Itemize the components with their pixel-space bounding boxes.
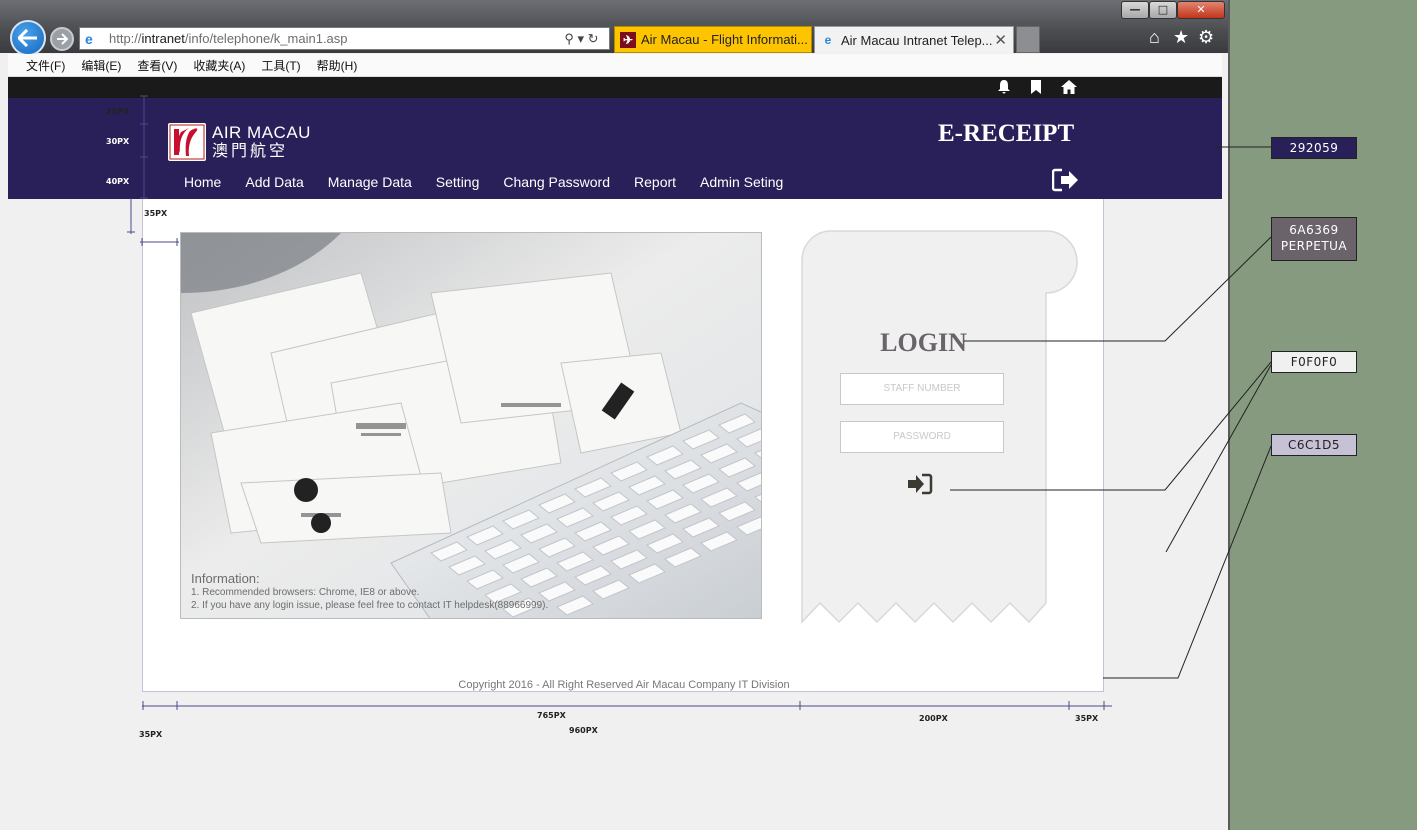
air-macau-logo[interactable]: AIR MACAU 澳門航空 xyxy=(168,123,311,161)
dim-label-25px: 25PX xyxy=(106,107,130,116)
login-submit-icon[interactable] xyxy=(907,473,933,495)
login-title: LOGIN xyxy=(880,328,967,357)
information-text: Information: 1. Recommended browsers: Ch… xyxy=(191,572,548,612)
information-line-2: 2. If you have any login issue, please f… xyxy=(191,600,549,611)
main-nav: Home Add Data Manage Data Setting Chang … xyxy=(184,174,807,190)
ie-favicon: e xyxy=(824,33,832,47)
tab-intranet-telephone[interactable]: e Air Macau Intranet Telep... ✕ xyxy=(814,26,1014,53)
copyright-text: Copyright 2016 - All Right Reserved Air … xyxy=(458,679,790,691)
browser-window: — □ ✕ e http://intranet/info/telephone/k… xyxy=(0,0,1230,830)
dim-label-login-width: 200PX xyxy=(919,714,948,723)
menu-edit[interactable]: 编辑(E) xyxy=(81,57,121,74)
content-panel: Information: 1. Recommended browsers: Ch… xyxy=(142,199,1104,692)
logout-icon[interactable] xyxy=(1052,168,1080,192)
gear-icon[interactable]: ⚙ xyxy=(1198,27,1214,48)
arrow-left-icon xyxy=(18,29,37,47)
staff-number-input[interactable]: STAFF NUMBER xyxy=(840,373,1004,405)
nav-report[interactable]: Report xyxy=(634,174,676,190)
browser-titlebar: — □ ✕ e http://intranet/info/telephone/k… xyxy=(0,0,1228,56)
site-header: AIR MACAU 澳門航空 E-RECEIPT Home Add Data M… xyxy=(8,98,1222,199)
dim-label-right-gap: 35PX xyxy=(1075,714,1099,723)
tab-label: Air Macau - Flight Informati... xyxy=(641,32,808,47)
dim-label-top-gap: 35PX xyxy=(144,209,168,218)
home-icon[interactable] xyxy=(1060,79,1078,95)
nav-add-data[interactable]: Add Data xyxy=(245,174,303,190)
bookmark-icon[interactable] xyxy=(1029,79,1043,95)
swatch-label-line: 6A6369 xyxy=(1289,223,1339,237)
maximize-button[interactable]: □ xyxy=(1149,1,1177,19)
dim-label-left-gap: 35PX xyxy=(139,730,163,739)
new-tab-button[interactable] xyxy=(1016,26,1040,53)
dim-label-image-width: 765PX xyxy=(537,711,566,720)
password-input[interactable]: PASSWORD xyxy=(840,421,1004,453)
ie-icon: e xyxy=(85,30,93,47)
bell-icon[interactable] xyxy=(996,79,1012,95)
logo-text-zh: 澳門航空 xyxy=(212,141,289,160)
arrow-right-icon xyxy=(57,33,68,45)
home-icon[interactable]: ⌂ xyxy=(1149,27,1160,48)
color-swatch-background: F0F0F0 xyxy=(1271,351,1357,373)
close-window-button[interactable]: ✕ xyxy=(1177,1,1225,19)
menu-view[interactable]: 查看(V) xyxy=(137,57,177,74)
nav-home[interactable]: Home xyxy=(184,174,221,190)
menu-favorites[interactable]: 收藏夹(A) xyxy=(193,57,245,74)
forward-button[interactable] xyxy=(50,27,74,51)
top-strip xyxy=(8,77,1222,98)
web-page: AIR MACAU 澳門航空 E-RECEIPT Home Add Data M… xyxy=(8,77,1222,830)
air-macau-favicon: ✈ xyxy=(620,31,636,48)
close-tab-icon[interactable]: ✕ xyxy=(994,31,1007,49)
color-swatch-login-title: 6A6369 PERPETUA xyxy=(1271,217,1357,261)
favorites-star-icon[interactable]: ★ xyxy=(1173,27,1189,48)
tab-label: Air Macau Intranet Telep... xyxy=(841,32,993,48)
logo-mark-icon xyxy=(168,123,206,161)
dim-label-30px: 30PX xyxy=(106,137,130,146)
menu-tools[interactable]: 工具(T) xyxy=(261,57,300,74)
page-title: E-RECEIPT xyxy=(938,120,1075,147)
address-bar[interactable]: e http://intranet/info/telephone/k_main1… xyxy=(79,27,610,50)
tab-flight-information[interactable]: ✈ Air Macau - Flight Informati... xyxy=(614,26,812,53)
menu-bar: 文件(F) 编辑(E) 查看(V) 收藏夹(A) 工具(T) 帮助(H) xyxy=(8,54,1222,77)
color-swatch-header: 292059 xyxy=(1271,137,1357,159)
nav-admin-setting[interactable]: Admin Seting xyxy=(700,174,783,190)
receipts-keyboard-image: Information: 1. Recommended browsers: Ch… xyxy=(180,232,762,619)
menu-help[interactable]: 帮助(H) xyxy=(317,57,358,74)
nav-manage-data[interactable]: Manage Data xyxy=(328,174,412,190)
address-tools[interactable]: ⚲ ▾ ↻ xyxy=(554,31,609,47)
minimize-button[interactable]: — xyxy=(1121,1,1149,19)
information-heading: Information: xyxy=(191,571,260,586)
address-url[interactable]: http://intranet/info/telephone/k_main1.a… xyxy=(109,31,554,46)
information-line-1: 1. Recommended browsers: Chrome, IE8 or … xyxy=(191,587,420,598)
nav-change-password[interactable]: Chang Password xyxy=(503,174,610,190)
swatch-label-line: PERPETUA xyxy=(1280,239,1348,253)
dim-label-40px: 40PX xyxy=(106,177,130,186)
color-swatch-border: C6C1D5 xyxy=(1271,434,1357,456)
login-card: LOGIN STAFF NUMBER PASSWORD xyxy=(801,230,1079,625)
dim-label-total-width: 960PX xyxy=(569,726,598,735)
nav-setting[interactable]: Setting xyxy=(436,174,480,190)
logo-text-en: AIR MACAU xyxy=(212,123,311,142)
back-button[interactable] xyxy=(10,20,46,56)
menu-file[interactable]: 文件(F) xyxy=(26,57,65,74)
